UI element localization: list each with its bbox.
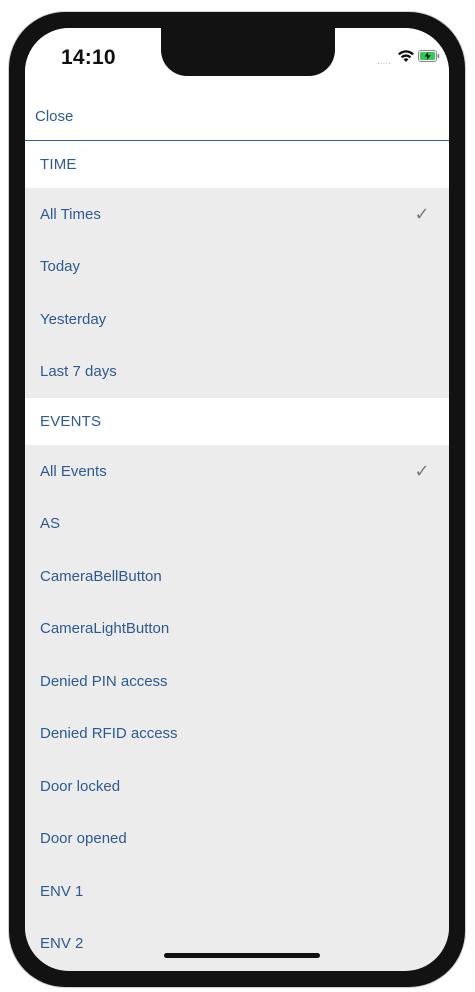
status-bar: 14:10 ..... xyxy=(25,28,449,98)
list-item-label: Last 7 days xyxy=(40,363,117,381)
list-item-all-events[interactable]: All Events ✓ xyxy=(25,445,449,498)
list-item-label: Denied PIN access xyxy=(40,672,168,690)
list-item-label: AS xyxy=(40,515,61,533)
checkmark-icon: ✓ xyxy=(414,460,430,481)
list-item-label: CameraBellButton xyxy=(40,567,162,585)
home-indicator[interactable] xyxy=(164,953,320,958)
list-item-env-2[interactable]: ENV 2 xyxy=(25,917,449,970)
list-item-last-7-days[interactable]: Last 7 days xyxy=(25,345,449,398)
list-item-denied-rfid-access[interactable]: Denied RFID access xyxy=(25,707,449,760)
section-header-time: TIME xyxy=(25,141,449,188)
nav-header: Close xyxy=(25,98,449,141)
list-item-label: Yesterday xyxy=(40,310,107,328)
status-time: 14:10 xyxy=(61,46,116,69)
list-item-label: All Times xyxy=(40,205,101,223)
list-item-door-opened[interactable]: Door opened xyxy=(25,812,449,865)
close-button[interactable]: Close xyxy=(35,108,73,125)
list-item-door-locked[interactable]: Door locked xyxy=(25,760,449,813)
list-item-label: ENV 1 xyxy=(40,882,84,900)
battery-charging-icon xyxy=(418,50,440,62)
list-item-label: Today xyxy=(40,258,81,276)
section-header-events: EVENTS xyxy=(25,398,449,445)
list-item-env-1[interactable]: ENV 1 xyxy=(25,865,449,918)
list-item-today[interactable]: Today xyxy=(25,240,449,293)
filter-list: TIME All Times ✓ Today Yesterday Last 7 … xyxy=(25,141,449,970)
list-item-label: Door opened xyxy=(40,830,127,848)
list-item-camera-light-button[interactable]: CameraLightButton xyxy=(25,602,449,655)
checkmark-icon: ✓ xyxy=(414,203,430,224)
list-item-yesterday[interactable]: Yesterday xyxy=(25,293,449,346)
list-item-all-times[interactable]: All Times ✓ xyxy=(25,188,449,241)
wifi-icon xyxy=(398,50,414,62)
list-item-label: All Events xyxy=(40,462,107,480)
list-item-as[interactable]: AS xyxy=(25,497,449,550)
list-item-label: Denied RFID access xyxy=(40,725,178,743)
notch xyxy=(161,28,335,76)
screen: 14:10 ..... Close TIME All Times ✓ Today… xyxy=(25,28,449,971)
list-item-label: CameraLightButton xyxy=(40,620,170,638)
list-item-camera-bell-button[interactable]: CameraBellButton xyxy=(25,550,449,603)
list-item-denied-pin-access[interactable]: Denied PIN access xyxy=(25,655,449,708)
signal-icon: ..... xyxy=(377,56,391,67)
list-item-label: Door locked xyxy=(40,777,121,795)
list-item-label: ENV 2 xyxy=(40,935,84,953)
phone-frame: 14:10 ..... Close TIME All Times ✓ Today… xyxy=(9,12,465,987)
